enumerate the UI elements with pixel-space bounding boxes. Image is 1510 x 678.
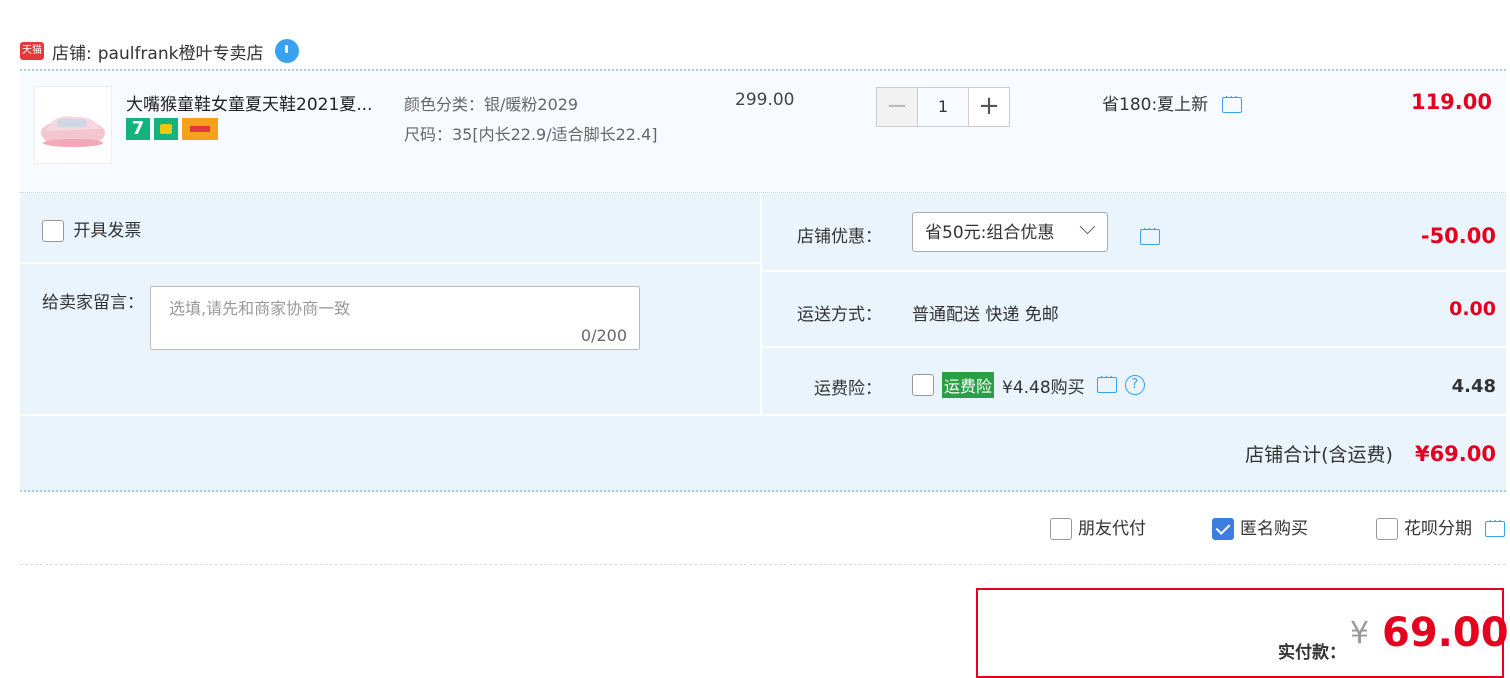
shipping-method: 普通配送 快递 免邮	[912, 305, 1059, 325]
message-label: 给卖家留言：	[42, 293, 144, 313]
shop-total-value: ¥69.00	[1414, 442, 1496, 466]
unit-price: 299.00	[735, 90, 795, 110]
invoice-label: 开具发票	[73, 221, 142, 241]
shop-name[interactable]: paulfrank橙叶专卖店	[98, 39, 264, 64]
item-discount: 省180:夏上新	[1102, 90, 1242, 115]
product-title[interactable]: 大嘴猴童鞋女童夏天鞋2021夏...	[126, 90, 391, 115]
seller-message-input[interactable]: 选填,请先和商家协商一致 0/200	[150, 286, 640, 350]
quantity-input[interactable]: 1	[918, 87, 968, 127]
message-placeholder: 选填,请先和商家协商一致	[169, 299, 351, 318]
service-badges: 7	[126, 118, 218, 140]
order-options: 开具发票 给卖家留言： 选填,请先和商家协商一致 0/200 店铺优惠： 省50…	[20, 194, 1506, 492]
huabei-option[interactable]: 花呗分期	[1376, 514, 1506, 540]
wangwang-chat-icon[interactable]	[275, 39, 300, 63]
sku-size: 尺码：35[内长22.9/适合脚长22.4]	[404, 125, 658, 144]
huabei-info-icon[interactable]	[1485, 514, 1506, 537]
shop-promo-label: 店铺优惠：	[797, 227, 882, 247]
options-bottom-divider	[20, 490, 1506, 492]
shop-total-label: 店铺合计(含运费)	[1245, 444, 1393, 466]
insurance-price: ¥4.48购买	[1002, 377, 1085, 398]
seven-day-return-badge[interactable]: 7	[126, 118, 150, 140]
shop-prefix: 店铺:	[52, 43, 92, 64]
payment-summary: 实付款： ¥ 69.00	[976, 588, 1509, 678]
extras-divider	[20, 564, 1506, 565]
invoice-checkbox[interactable]	[42, 220, 64, 242]
discount-info-icon[interactable]	[1221, 90, 1242, 113]
quantity-increase-button[interactable]: +	[968, 87, 1010, 127]
quantity-decrease-button[interactable]: −	[876, 87, 918, 127]
total-divider	[20, 414, 1506, 416]
sku-info: 颜色分类：银/暖粉2029 尺码：35[内长22.9/适合脚长22.4]	[404, 90, 664, 150]
shipping-label: 运送方式：	[797, 305, 882, 325]
anonymous-checkbox[interactable]	[1212, 518, 1234, 540]
tmall-logo: 天猫	[20, 42, 44, 60]
shop-promo-selected: 省50元:组合优惠	[925, 223, 1055, 243]
card-payment-icon[interactable]	[182, 118, 218, 140]
right-divider-2	[762, 346, 1506, 348]
promo-info-icon[interactable]	[1140, 222, 1160, 245]
sku-color: 颜色分类：银/暖粉2029	[404, 95, 579, 114]
quantity-stepper: − 1 +	[876, 87, 1010, 127]
insurance-label: 运费险：	[814, 379, 882, 399]
anonymous-option[interactable]: 匿名购买	[1212, 514, 1308, 540]
product-thumbnail[interactable]	[34, 86, 112, 164]
friend-pay-checkbox[interactable]	[1050, 518, 1072, 540]
insurance-checkbox[interactable]	[912, 374, 934, 396]
chevron-down-icon	[1079, 218, 1096, 235]
insurance-value: 4.48	[1451, 376, 1496, 397]
shipping-value: 0.00	[1449, 298, 1496, 320]
shop-promo-select[interactable]: 省50元:组合优惠	[912, 212, 1108, 252]
payment-currency: ¥	[1350, 616, 1370, 651]
insurance-option[interactable]: 运费险 ¥4.48购买 ?	[912, 370, 1145, 398]
help-icon[interactable]: ?	[1124, 375, 1145, 395]
insurance-info-icon[interactable]	[1096, 370, 1117, 393]
shop-total: 店铺合计(含运费) ¥69.00	[1245, 440, 1496, 467]
right-options-panel: 店铺优惠： 省50元:组合优惠 -50.00 运送方式： 普通配送 快递 免邮 …	[762, 194, 1506, 414]
cart-item-row: 大嘴猴童鞋女童夏天鞋2021夏... 7 颜色分类：银/暖粉2029 尺码：35…	[20, 72, 1506, 193]
anonymous-label: 匿名购买	[1240, 519, 1308, 539]
shop-promo-value: -50.00	[1420, 224, 1496, 248]
message-char-count: 0/200	[580, 326, 627, 345]
left-options-panel: 开具发票 给卖家留言： 选填,请先和商家协商一致 0/200	[20, 194, 760, 414]
right-divider-1	[762, 270, 1506, 272]
insurance-tag: 运费险	[942, 372, 995, 398]
invoice-option[interactable]: 开具发票	[42, 216, 141, 242]
item-discount-text: 省180:夏上新	[1102, 95, 1209, 115]
friend-pay-label: 朋友代付	[1078, 519, 1146, 539]
left-divider	[20, 262, 760, 264]
huabei-label: 花呗分期	[1404, 519, 1472, 539]
payment-label: 实付款：	[1278, 643, 1346, 663]
item-total: 119.00	[1410, 90, 1492, 114]
shop-divider	[20, 69, 1506, 71]
shop-header: 天猫 店铺: paulfrank橙叶专卖店	[20, 36, 300, 66]
payment-amount: 69.00	[1382, 610, 1509, 656]
bag-service-icon[interactable]	[154, 118, 178, 140]
friend-pay-option[interactable]: 朋友代付	[1050, 514, 1146, 540]
huabei-checkbox[interactable]	[1376, 518, 1398, 540]
